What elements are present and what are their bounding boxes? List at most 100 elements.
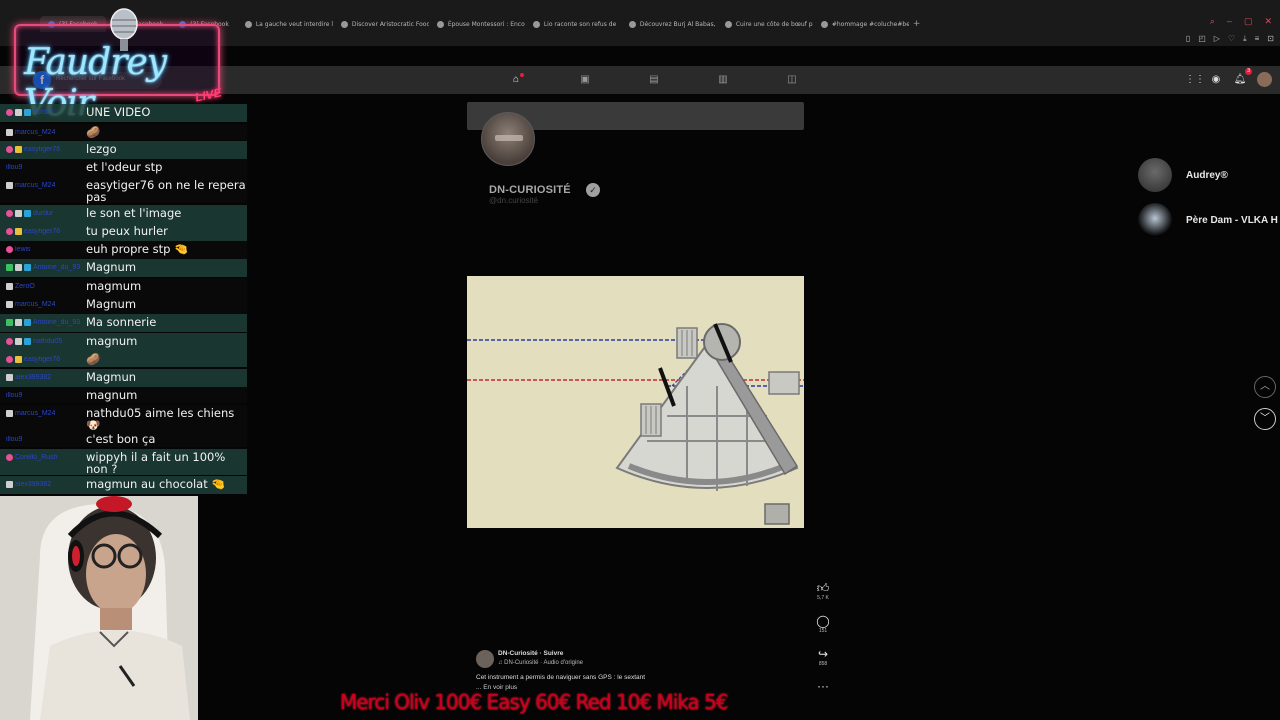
page-favicon-icon (820, 20, 828, 28)
chat-username[interactable]: Antoine_du_93 (33, 319, 80, 326)
video-player[interactable] (467, 276, 804, 528)
browser-tab[interactable]: La gauche veut interdire l (237, 16, 333, 32)
streamer-webcam-image (0, 496, 198, 720)
play-icon[interactable]: ▷ (1214, 34, 1220, 44)
comment-button[interactable]: ◯ 151 (812, 614, 834, 634)
chat-text: magnum (86, 334, 138, 348)
like-button[interactable]: 👍︎ 5,7 K (812, 581, 834, 601)
tab-label: Découvrez Burj Al Babas, (639, 20, 716, 28)
chat-message: nathdu05 magnum (0, 333, 247, 351)
page-avatar-small[interactable] (476, 650, 494, 668)
chat-username[interactable]: durdur (33, 109, 53, 116)
chat-message: marcus_M24 easytiger76 on ne le repera pa… (0, 177, 247, 203)
home-notification-dot (520, 73, 524, 77)
chat-message: durdur le son et l'image (0, 205, 247, 223)
home-icon[interactable]: ⌂ (510, 73, 524, 86)
chat-username[interactable]: alex399382 (15, 481, 51, 488)
chat-username[interactable]: alex399382 (15, 374, 51, 381)
window-controls: ⌕ – ▢ ✕ (1210, 16, 1272, 27)
chat-username[interactable]: easytiger76 (24, 356, 60, 363)
chat-meta: marcus_M24 (0, 177, 84, 191)
chat-username[interactable]: marcus_M24 (15, 129, 55, 136)
page-favicon-icon (244, 20, 252, 28)
page-favicon-icon (532, 20, 540, 28)
chat-badge-icon (6, 319, 13, 326)
previous-video-button[interactable]: ︿ (1254, 376, 1276, 398)
chat-username[interactable]: easytiger76 (24, 146, 60, 153)
chat-badge-icon (6, 228, 13, 235)
notifications-icon[interactable]: 🔔︎ 3 (1233, 67, 1252, 87)
browser-tab[interactable]: #hommage #coluche#bea (813, 16, 909, 32)
chat-message: ZeroO magmum (0, 278, 247, 296)
chat-username[interactable]: illou9 (6, 392, 22, 399)
chat-badge-icon (24, 109, 31, 116)
chat-username[interactable]: easytiger76 (24, 228, 60, 235)
chat-username[interactable]: marcus_M24 (15, 182, 55, 189)
browser-tab[interactable]: Lio raconte son refus de (525, 16, 621, 32)
chat-text: Magmun (86, 370, 137, 384)
chat-username[interactable]: Corello_Rush (15, 454, 57, 461)
search-tabs-icon[interactable]: ⌕ (1210, 16, 1215, 27)
groups-icon[interactable]: ▥ (717, 74, 729, 86)
comment-count: 151 (818, 628, 828, 634)
chat-username[interactable]: illou9 (6, 436, 22, 443)
chat-username[interactable]: ZeroO (15, 283, 35, 290)
page-name[interactable]: DN-CURIOSITÉ (489, 184, 571, 196)
chat-badge-icon (6, 246, 13, 253)
chat-badge-icon (6, 129, 13, 136)
bookmark-icon[interactable]: ▯ (1186, 34, 1190, 44)
post-author-follow[interactable]: DN-Curiosité · Suivre (498, 650, 563, 657)
chat-meta: alex399382 (0, 369, 84, 383)
chat-text: UNE VIDEO (86, 105, 151, 119)
chat-message: easytiger76 lezgo (0, 141, 247, 159)
chat-username[interactable]: marcus_M24 (15, 301, 55, 308)
marketplace-icon[interactable]: ▤ (648, 74, 660, 86)
chat-meta: nathdu05 (0, 333, 84, 347)
avatar (1138, 158, 1172, 192)
contact-audrey[interactable]: Audrey® (1138, 158, 1228, 192)
chat-text: c'est bon ça (86, 432, 156, 446)
chat-username[interactable]: nathdu05 (33, 338, 62, 345)
avatar[interactable] (1257, 72, 1272, 87)
new-tab-button[interactable]: + (909, 16, 929, 32)
page-favicon-icon (436, 20, 444, 28)
close-icon[interactable]: ✕ (1264, 16, 1272, 27)
heart-icon[interactable]: ♡ (1228, 34, 1235, 44)
gaming-icon[interactable]: ◫ (786, 74, 798, 86)
browser-tab[interactable]: Épouse Montessori : Enco (429, 16, 525, 32)
menu-icon[interactable]: ≡ (1255, 34, 1260, 44)
download-icon[interactable]: ⤓ (1243, 34, 1247, 44)
more-button[interactable]: ··· (812, 679, 834, 693)
chat-username[interactable]: Antoine_du_93 (33, 264, 80, 271)
messenger-icon[interactable]: ◉ (1209, 73, 1223, 87)
browser-tab[interactable]: Discover Aristocratic Food (333, 16, 429, 32)
contact-name: Audrey® (1186, 169, 1228, 181)
extensions-icon[interactable]: ⊡ (1267, 34, 1274, 44)
chat-badge-icon (6, 410, 13, 417)
chat-username[interactable]: illou9 (6, 164, 22, 171)
maximize-icon[interactable]: ▢ (1244, 16, 1253, 27)
apps-grid-icon[interactable]: ⋮⋮ (1185, 73, 1205, 87)
post-audio[interactable]: ♫ DN-Curiosité · Audio d'origine (498, 660, 583, 666)
like-count: 5,7 K (817, 595, 829, 601)
chat-text: magmun au chocolat 🤏 (86, 477, 226, 491)
chat-meta: easytiger76 (0, 223, 84, 237)
screenshot-icon[interactable]: ◰ (1198, 34, 1206, 44)
share-button[interactable]: ↪ 858 (812, 647, 834, 667)
screen: (3) Facebook (3) Facebook (3) Facebook La g… (0, 0, 1280, 720)
chat-badge-icon (15, 319, 22, 326)
chat-text: tu peux hurler (86, 224, 168, 238)
chat-username[interactable]: lewis (15, 246, 31, 253)
page-avatar[interactable] (481, 112, 535, 166)
chat-message: illou9 c'est bon ça (0, 431, 247, 447)
video-icon[interactable]: ▣ (579, 74, 591, 86)
chat-username[interactable]: durdur (33, 210, 53, 217)
chat-username[interactable]: marcus_M24 (15, 410, 55, 417)
next-video-button[interactable]: ﹀ (1254, 408, 1276, 430)
chat-meta: alex399382 (0, 476, 84, 490)
browser-tab[interactable]: Découvrez Burj Al Babas, (621, 16, 717, 32)
contact-pere-dam[interactable]: Père Dam - VLKA H (1138, 203, 1278, 237)
minimize-icon[interactable]: – (1227, 16, 1232, 27)
tab-label: #hommage #coluche#bea (831, 20, 909, 28)
browser-tab[interactable]: Cuire une côte de bœuf p (717, 16, 813, 32)
